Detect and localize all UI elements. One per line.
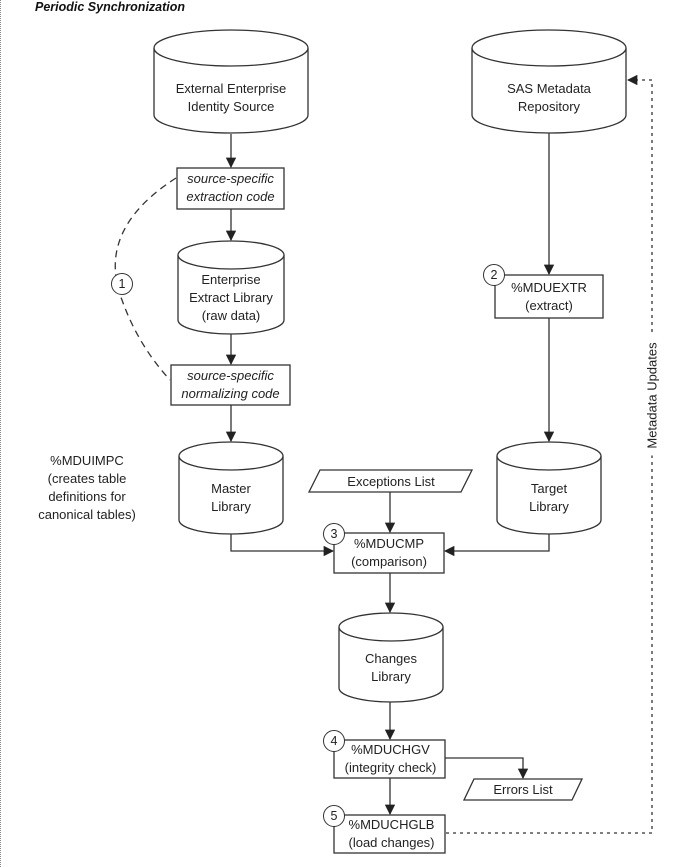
step-badge-1: 1 <box>111 273 133 295</box>
label-external-source: External Enterprise Identity Source <box>175 81 287 114</box>
label-extract-library: Enterprise Extract Library (raw data) <box>189 272 273 323</box>
step-badge-3: 3 <box>323 523 345 545</box>
label-mduextr: %MDUEXTR (extract) <box>511 280 587 313</box>
edge-master-to-mducmp <box>230 534 335 557</box>
label-normalizing-code: source-specific normalizing code <box>181 368 280 401</box>
label-target-library: Target Library <box>529 481 569 514</box>
label-errors-list: Errors List <box>493 782 553 797</box>
label-extraction-code: source-specific extraction code <box>186 171 275 204</box>
step-badge-5: 5 <box>323 805 345 827</box>
step-badge-2: 2 <box>483 264 505 286</box>
label-master-library: Master Library <box>211 481 251 514</box>
edge-mduchgv-to-errors <box>445 757 529 780</box>
label-exceptions-list: Exceptions List <box>347 474 435 489</box>
label-mduchgv: %MDUCHGV (integrity check) <box>344 742 437 775</box>
label-mduchglb: %MDUCHGLB (load changes) <box>348 817 435 850</box>
label-metadata-updates: Metadata Updates <box>644 335 660 456</box>
step-badge-4: 4 <box>323 730 345 752</box>
label-mduimpc-annotation: %MDUIMPC (creates table definitions for … <box>38 453 136 522</box>
label-changes-library: Changes Library <box>364 651 418 684</box>
label-sas-repository: SAS Metadata Repository <box>507 81 591 114</box>
edge-target-to-mducmp <box>443 534 550 557</box>
label-mducmp: %MDUCMP (comparison) <box>351 536 427 569</box>
